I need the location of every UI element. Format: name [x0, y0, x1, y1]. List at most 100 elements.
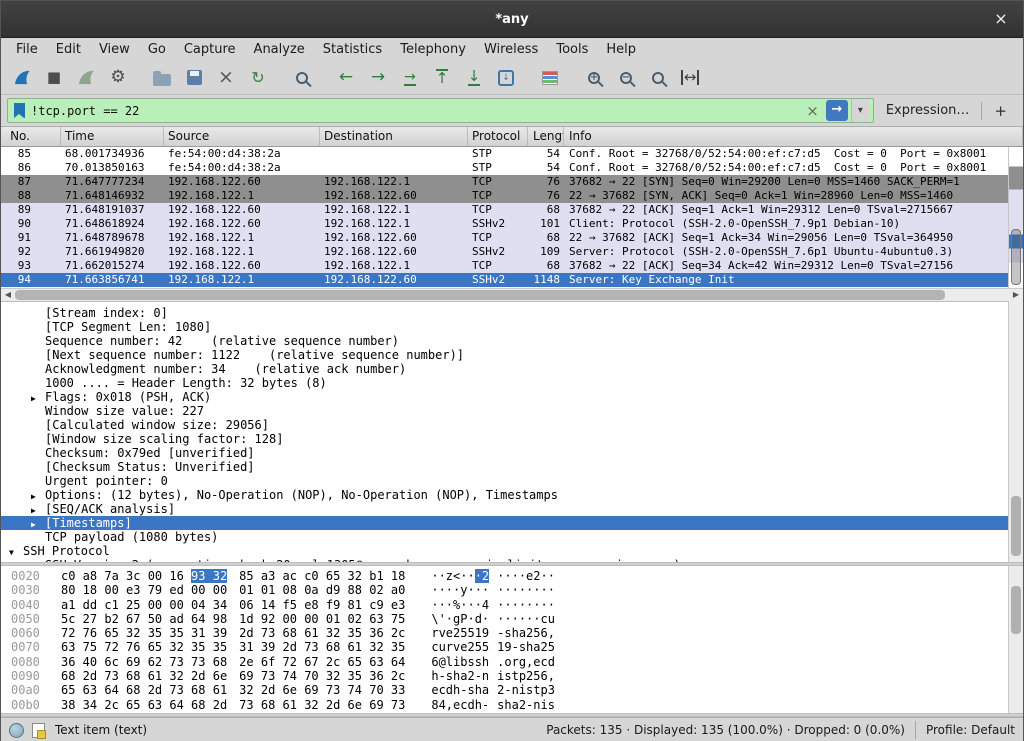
detail-line[interactable]: Sequence number: 42 (relative sequence n…	[1, 334, 1023, 348]
packet-row[interactable]: 8771.647777234192.168.122.60192.168.122.…	[1, 175, 1023, 189]
menu-file[interactable]: File	[7, 40, 47, 59]
menu-statistics[interactable]: Statistics	[314, 40, 391, 59]
bytes-vscroll-thumb[interactable]	[1011, 586, 1021, 634]
go-to-packet-button[interactable]: →	[397, 65, 423, 91]
hex-row[interactable]: 0040a1 dd c1 25 00 00 04 3406 14 f5 e8 f…	[1, 598, 1023, 612]
hscroll-left-arrow[interactable]: ◀	[1, 289, 15, 301]
column-header-protocol[interactable]: Protocol	[468, 127, 528, 146]
capture-options-button[interactable]: ⚙	[105, 65, 131, 91]
find-packet-button[interactable]	[289, 65, 315, 91]
menu-view[interactable]: View	[90, 40, 139, 59]
go-last-button[interactable]: ↓	[461, 65, 487, 91]
hex-row[interactable]: 00505c 27 b2 67 50 ad 64 981d 92 00 00 0…	[1, 612, 1023, 626]
packet-list-vscroll-thumb[interactable]	[1011, 229, 1021, 285]
detail-line[interactable]: [Window size scaling factor: 128]	[1, 432, 1023, 446]
hex-row[interactable]: 008036 40 6c 69 62 73 73 682e 6f 72 67 2…	[1, 655, 1023, 669]
menu-help[interactable]: Help	[597, 40, 645, 59]
expand-icon[interactable]: ▶	[31, 518, 45, 530]
menu-capture[interactable]: Capture	[175, 40, 245, 59]
detail-line[interactable]: ▶Flags: 0x018 (PSH, ACK)	[1, 390, 1023, 404]
menu-analyze[interactable]: Analyze	[245, 40, 314, 59]
stop-capture-button[interactable]: ■	[41, 65, 67, 91]
expression-button[interactable]: Expression…	[874, 103, 982, 118]
filter-add-button[interactable]: +	[982, 102, 1017, 120]
hex-row[interactable]: 006072 76 65 32 35 35 31 392d 73 68 61 3…	[1, 626, 1023, 640]
details-vscrollbar[interactable]	[1008, 301, 1023, 562]
expand-icon[interactable]: ▶	[31, 392, 45, 404]
hscroll-right-arrow[interactable]: ▶	[1009, 289, 1023, 301]
packet-row[interactable]: 8670.013850163fe:54:00:d4:38:2aSTP54Conf…	[1, 161, 1023, 175]
detail-line[interactable]: [Stream index: 0]	[1, 306, 1023, 320]
bytes-vscrollbar[interactable]	[1008, 566, 1023, 713]
detail-line[interactable]: [Next sequence number: 1122 (relative se…	[1, 348, 1023, 362]
packet-row[interactable]: 9271.661949820192.168.122.1192.168.122.6…	[1, 245, 1023, 259]
packet-list-vscrollbar[interactable]	[1008, 147, 1023, 288]
column-header-time[interactable]: Time	[61, 127, 164, 146]
detail-line[interactable]: TCP payload (1080 bytes)	[1, 530, 1023, 544]
detail-line[interactable]: 1000 .... = Header Length: 32 bytes (8)	[1, 376, 1023, 390]
menu-edit[interactable]: Edit	[47, 40, 90, 59]
start-capture-button[interactable]	[9, 65, 35, 91]
detail-line[interactable]: ▶Options: (12 bytes), No-Operation (NOP)…	[1, 488, 1023, 502]
filter-bookmark-icon[interactable]	[14, 103, 25, 118]
packet-row[interactable]: 9371.662015274192.168.122.60192.168.122.…	[1, 259, 1023, 273]
packet-row[interactable]: 8568.001734936fe:54:00:d4:38:2aSTP54Conf…	[1, 147, 1023, 161]
menu-go[interactable]: Go	[139, 40, 175, 59]
detail-line[interactable]: Acknowledgment number: 34 (relative ack …	[1, 362, 1023, 376]
menu-wireless[interactable]: Wireless	[475, 40, 547, 59]
restart-capture-button[interactable]	[73, 65, 99, 91]
filter-clear-icon[interactable]: ×	[799, 102, 826, 120]
reload-file-button[interactable]: ↻	[245, 65, 271, 91]
column-header-no[interactable]: No.	[1, 127, 61, 146]
detail-line[interactable]: ▶[Timestamps]	[1, 516, 1023, 530]
hex-row[interactable]: 00b038 34 2c 65 63 64 68 2d73 68 61 32 2…	[1, 698, 1023, 712]
column-header-source[interactable]: Source	[164, 127, 320, 146]
display-filter-input[interactable]: !tcp.port == 22 × → ▾	[7, 98, 874, 123]
detail-line[interactable]: Checksum: 0x79ed [unverified]	[1, 446, 1023, 460]
column-header-destination[interactable]: Destination	[320, 127, 468, 146]
detail-line[interactable]: [TCP Segment Len: 1080]	[1, 320, 1023, 334]
details-vscroll-thumb[interactable]	[1011, 496, 1021, 556]
collapse-icon[interactable]: ▼	[9, 546, 23, 558]
detail-line[interactable]: ▶[SEQ/ACK analysis]	[1, 502, 1023, 516]
detail-line[interactable]: Window size value: 227	[1, 404, 1023, 418]
zoom-out-button[interactable]: −	[613, 65, 639, 91]
save-file-button[interactable]	[181, 65, 207, 91]
packet-row[interactable]: 9071.648618924192.168.122.60192.168.122.…	[1, 217, 1023, 231]
hex-row[interactable]: 007063 75 72 76 65 32 35 3531 39 2d 73 6…	[1, 640, 1023, 654]
packet-row[interactable]: 8871.648146932192.168.122.1192.168.122.6…	[1, 189, 1023, 203]
auto-scroll-button[interactable]: ↓	[493, 65, 519, 91]
detail-line[interactable]: ▼SSH Protocol	[1, 544, 1023, 558]
detail-line[interactable]: [Checksum Status: Unverified]	[1, 460, 1023, 474]
packet-row[interactable]: 9471.663856741192.168.122.1192.168.122.6…	[1, 273, 1023, 287]
column-header-info[interactable]: Info	[564, 127, 1023, 146]
menu-tools[interactable]: Tools	[547, 40, 597, 59]
packet-list-hscrollbar[interactable]: ◀ ▶	[1, 288, 1023, 301]
filter-apply-button[interactable]: →	[826, 100, 848, 121]
colorize-button[interactable]	[537, 65, 563, 91]
expert-info-icon[interactable]	[9, 723, 24, 738]
open-file-button[interactable]	[149, 65, 175, 91]
go-first-button[interactable]: ↑	[429, 65, 455, 91]
column-header-length[interactable]: Length	[528, 127, 564, 146]
menu-telephony[interactable]: Telephony	[391, 40, 475, 59]
zoom-in-button[interactable]: +	[581, 65, 607, 91]
go-forward-button[interactable]: →	[365, 65, 391, 91]
capture-comment-icon[interactable]	[32, 723, 45, 738]
filter-dropdown-arrow[interactable]: ▾	[851, 99, 869, 122]
hex-row[interactable]: 0020c0 a8 7a 3c 00 16 93 3285 a3 ac c0 6…	[1, 569, 1023, 583]
packet-row[interactable]: 8971.648191037192.168.122.60192.168.122.…	[1, 203, 1023, 217]
hex-row[interactable]: 003080 18 00 e3 79 ed 00 0001 01 08 0a d…	[1, 583, 1023, 597]
resize-columns-button[interactable]: ↔	[677, 65, 703, 91]
close-window-button[interactable]: ×	[991, 9, 1011, 29]
detail-line[interactable]: Urgent pointer: 0	[1, 474, 1023, 488]
hscroll-thumb[interactable]	[15, 290, 945, 300]
hex-row[interactable]: 00a065 63 64 68 2d 73 68 6132 2d 6e 69 7…	[1, 683, 1023, 697]
close-file-button[interactable]: ×	[213, 65, 239, 91]
zoom-100-button[interactable]	[645, 65, 671, 91]
hex-row[interactable]: 009068 2d 73 68 61 32 2d 6e69 73 74 70 3…	[1, 669, 1023, 683]
profile-status[interactable]: Profile: Default	[926, 723, 1015, 737]
packet-row[interactable]: 9171.648789678192.168.122.1192.168.122.6…	[1, 231, 1023, 245]
expand-icon[interactable]: ▶	[31, 504, 45, 516]
expand-icon[interactable]: ▶	[31, 490, 45, 502]
